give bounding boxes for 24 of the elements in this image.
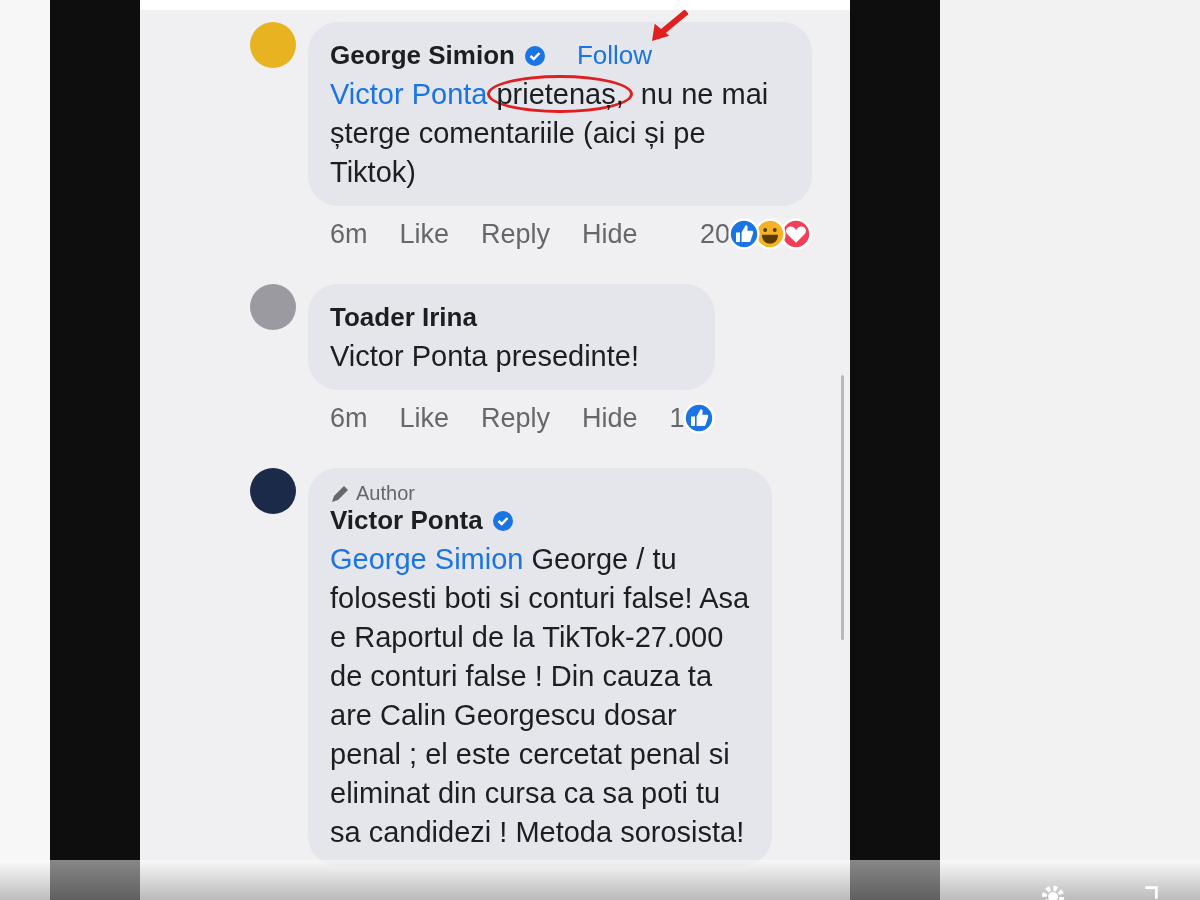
reaction-count[interactable]: 1	[669, 402, 685, 434]
comment-time: 6m	[330, 218, 368, 250]
reaction-count[interactable]: 20	[699, 218, 730, 250]
circled-word: prietenaș,	[487, 75, 633, 113]
author-name[interactable]: George Simion	[330, 40, 515, 71]
comment-action[interactable]: Like	[399, 218, 450, 250]
comment-action[interactable]: Reply	[481, 218, 551, 250]
author-name[interactable]: Victor Ponta	[330, 505, 483, 536]
comment-time: 6m	[330, 402, 368, 434]
pen-icon	[330, 483, 350, 504]
comment-text: George Simion George / tu folosesti boti si conturi false! Asa e Raportul de la TikTok-27.000 de conturi false ! Din cauza ta are Calin Georgescu dosar penal ; el este cercetat penal si eliminat din cursa ca sa poti tu sa candidezi ! Metoda sorosista!	[330, 542, 750, 850]
comment-action[interactable]: Hide	[582, 402, 638, 434]
comment-action[interactable]: Hide	[582, 218, 638, 250]
follow-link[interactable]: Follow	[554, 40, 653, 71]
mention-link[interactable]: Victor Ponta	[330, 78, 488, 110]
comment-action[interactable]: Like	[399, 402, 450, 434]
avatar-circle[interactable]	[250, 468, 296, 514]
author-name[interactable]: Toader Irina	[330, 302, 477, 333]
mention-link[interactable]: George Simion	[330, 543, 524, 575]
comment-text: Victor Ponta prietenaș, nu ne mai șterge comentariile (aici și pe Tiktok)	[330, 75, 790, 192]
comment-text: Victor Ponta presedinte!	[330, 339, 640, 374]
author-label: Author	[356, 482, 415, 505]
scrollbar[interactable]	[841, 375, 844, 640]
comment-action[interactable]: Reply	[481, 402, 551, 434]
